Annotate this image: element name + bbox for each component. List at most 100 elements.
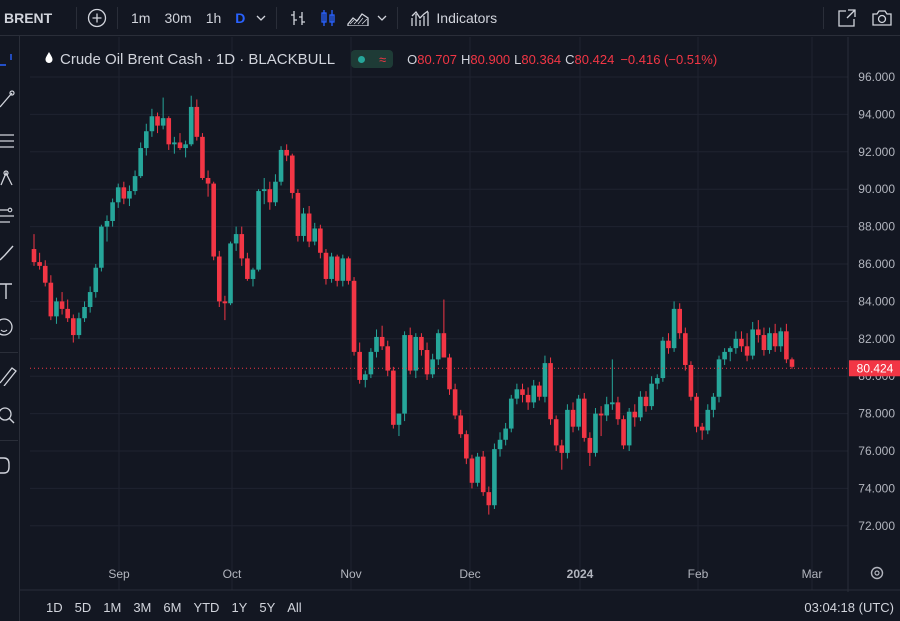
candle-body — [615, 402, 621, 420]
candle — [626, 407, 632, 451]
time-axis-settings-icon[interactable] — [870, 566, 884, 580]
range-3m[interactable]: 3M — [127, 600, 157, 615]
forecast-icon[interactable] — [0, 204, 20, 226]
candle-body — [121, 187, 127, 199]
price-tick-label: 88.000 — [858, 220, 895, 234]
area-chart-type-icon[interactable] — [343, 10, 373, 26]
candle-body — [761, 335, 767, 351]
candle — [368, 348, 374, 379]
candle-body — [172, 142, 177, 145]
close-key: C — [565, 51, 575, 67]
price-tick-label: 76.000 — [858, 444, 895, 458]
candle-body — [239, 234, 245, 259]
candle-body — [419, 336, 424, 351]
candle — [542, 355, 548, 403]
range-5d[interactable]: 5D — [69, 600, 98, 615]
candle — [407, 327, 413, 375]
candle-body — [638, 396, 643, 418]
candle-body — [188, 106, 194, 145]
candle-body — [559, 445, 565, 453]
crosshair-icon[interactable] — [0, 54, 20, 76]
candle-body — [340, 258, 346, 281]
range-1d[interactable]: 1D — [20, 600, 69, 615]
candle — [340, 254, 346, 287]
candle-body — [486, 492, 492, 506]
candle — [351, 277, 357, 356]
candle — [688, 361, 694, 401]
candle-body — [233, 234, 239, 244]
candle-body — [82, 307, 87, 319]
candle — [289, 153, 295, 199]
candle-body — [683, 333, 688, 365]
candle — [200, 133, 205, 180]
candle-body — [452, 389, 458, 416]
candle — [177, 133, 183, 150]
magnet-icon[interactable] — [0, 454, 20, 476]
interval-daily[interactable]: D — [228, 10, 252, 26]
camera-snapshot-icon[interactable] — [864, 9, 900, 27]
candle — [93, 264, 99, 298]
range-all[interactable]: All — [281, 600, 307, 615]
candle — [464, 430, 469, 465]
candle-body — [99, 226, 104, 268]
candle — [211, 181, 216, 261]
price-chart[interactable]: 96.000 94.000 92.000 90.000 88.000 86.000 84.0… — [0, 0, 900, 621]
candle — [48, 275, 54, 321]
candle-body — [329, 256, 334, 279]
compare-symbol-plus-icon[interactable] — [83, 8, 111, 28]
candle-body — [261, 189, 267, 192]
symbol-title[interactable]: Crude Oil Brent Cash · 1D · BLACKBULL — [60, 51, 335, 68]
candle-body — [211, 183, 216, 257]
candle-body — [155, 116, 160, 126]
candle — [31, 234, 37, 266]
candle — [666, 333, 671, 354]
candle — [188, 95, 194, 147]
price-tick-label: 84.000 — [858, 294, 895, 308]
fib-retracement-icon[interactable] — [0, 130, 20, 152]
range-5y[interactable]: 5Y — [253, 600, 281, 615]
fullscreen-icon[interactable] — [830, 8, 864, 28]
candles-chart-type-icon[interactable] — [313, 9, 343, 27]
candle-body — [514, 389, 520, 399]
text-tool-icon[interactable] — [0, 280, 20, 302]
range-6m[interactable]: 6M — [157, 600, 187, 615]
price-tick-label: 96.000 — [858, 70, 895, 84]
range-1y[interactable]: 1Y — [225, 600, 253, 615]
candle — [396, 413, 402, 437]
interval-dropdown-chevron-icon[interactable] — [252, 13, 270, 23]
candle — [525, 387, 531, 410]
candle — [683, 327, 688, 371]
pattern-icon[interactable] — [0, 167, 20, 189]
interval-30m[interactable]: 30m — [157, 10, 198, 26]
candle-body — [306, 213, 312, 242]
candle-body — [508, 398, 514, 429]
candle-body — [396, 413, 402, 425]
candle — [570, 402, 576, 433]
ruler-icon[interactable] — [0, 364, 20, 387]
candle — [172, 136, 177, 154]
candle-body — [143, 131, 149, 149]
bars-chart-type-icon[interactable] — [283, 9, 313, 27]
candle-body — [132, 176, 138, 192]
candle-body — [160, 118, 166, 126]
candle-body — [503, 428, 508, 440]
candle-body — [65, 308, 70, 319]
interval-1h[interactable]: 1h — [199, 10, 229, 26]
candle — [379, 325, 385, 351]
brush-icon[interactable] — [0, 242, 20, 264]
emoji-icon[interactable] — [0, 316, 20, 338]
toolbar-divider — [0, 440, 18, 441]
indicators-button[interactable]: Indicators — [404, 9, 503, 27]
trend-line-icon[interactable] — [0, 88, 20, 110]
range-ytd[interactable]: YTD — [187, 600, 225, 615]
market-status-badge[interactable]: ≈ — [351, 50, 394, 68]
candle-body — [464, 434, 469, 459]
candle — [772, 323, 778, 352]
candle — [581, 393, 587, 442]
range-1m[interactable]: 1M — [97, 600, 127, 615]
symbol-search[interactable]: BRENT — [0, 10, 70, 26]
interval-1m[interactable]: 1m — [124, 10, 157, 26]
zoom-in-icon[interactable] — [0, 404, 20, 426]
utc-clock[interactable]: 03:04:18 (UTC) — [804, 600, 894, 615]
chart-type-chevron-icon[interactable] — [373, 13, 391, 23]
